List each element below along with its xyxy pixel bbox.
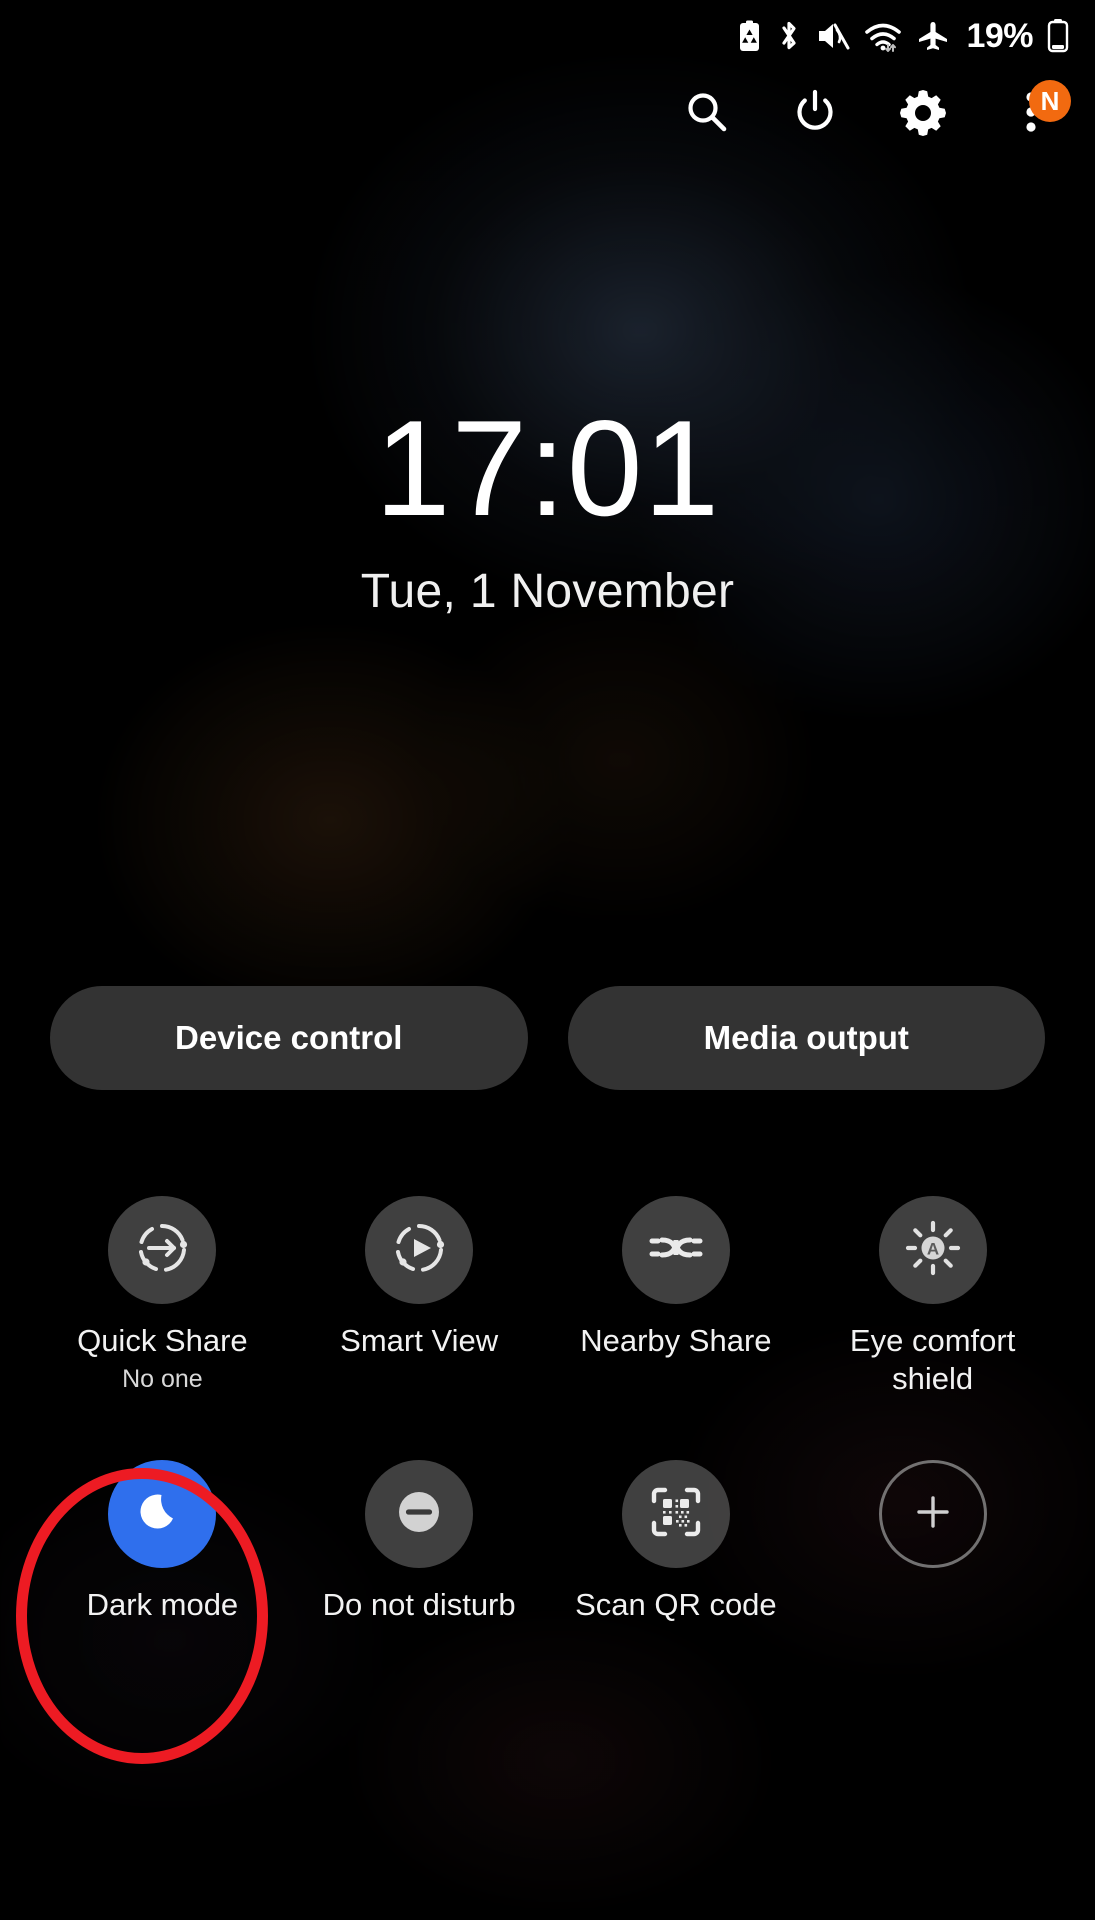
quick-settings-row-1: Quick Share No one Smart View Nearby Sha… <box>34 1196 1061 1398</box>
tile-icon-container[interactable] <box>621 1460 730 1568</box>
media-output-button[interactable]: Media output <box>567 986 1045 1090</box>
tile-scan-qr-code[interactable]: Scan QR code <box>548 1460 805 1624</box>
tile-eye-comfort-shield[interactable]: A Eye comfort shield <box>804 1196 1061 1398</box>
quick-share-icon <box>132 1218 192 1283</box>
power-button[interactable] <box>787 86 843 142</box>
gear-icon <box>898 87 948 142</box>
battery-percentage-label: 19% <box>966 17 1033 55</box>
tile-label: Quick Share <box>77 1323 248 1358</box>
tile-smart-view[interactable]: Smart View <box>291 1196 548 1398</box>
tile-icon-container[interactable] <box>365 1460 474 1568</box>
battery-saver-icon <box>737 20 762 52</box>
tile-icon-container[interactable] <box>365 1196 474 1304</box>
tile-label: Nearby Share <box>580 1323 772 1358</box>
eye-comfort-shield-icon: A <box>902 1217 964 1284</box>
tile-icon-container[interactable] <box>108 1460 217 1568</box>
quick-panel-header: N <box>679 80 1079 142</box>
settings-button[interactable] <box>895 86 951 142</box>
battery-icon <box>1047 19 1069 53</box>
tile-nearby-share[interactable]: Nearby Share <box>548 1196 805 1398</box>
tile-label: Eye comfort shield <box>849 1323 1016 1396</box>
mute-icon <box>816 20 850 52</box>
moon-icon <box>134 1484 190 1545</box>
nearby-share-icon <box>645 1217 707 1284</box>
svg-text:A: A <box>926 1239 938 1258</box>
more-options-button[interactable]: N <box>1003 80 1071 142</box>
tile-label: Smart View <box>340 1323 499 1358</box>
search-icon <box>683 88 731 141</box>
tile-icon-container[interactable] <box>621 1196 730 1304</box>
plus-icon <box>907 1486 959 1543</box>
do-not-disturb-icon <box>390 1483 448 1546</box>
wifi-icon <box>864 20 902 52</box>
bluetooth-icon <box>776 19 802 53</box>
tile-icon-container[interactable] <box>878 1460 987 1568</box>
tile-label: Do not disturb <box>322 1587 516 1622</box>
clock-time: 17:01 <box>374 392 721 544</box>
airplane-mode-icon <box>916 20 950 52</box>
tile-quick-share[interactable]: Quick Share No one <box>34 1196 291 1398</box>
quick-settings-row-2: Dark mode Do not disturb Scan QR code <box>34 1460 1061 1624</box>
tile-dark-mode[interactable]: Dark mode <box>34 1460 291 1624</box>
tile-add-button[interactable] <box>804 1460 1061 1624</box>
quick-actions-row: Device control Media output <box>50 986 1045 1090</box>
smart-view-icon <box>389 1218 449 1283</box>
wallpaper-scrim <box>0 0 1095 1920</box>
notification-badge: N <box>1029 80 1071 122</box>
tile-sublabel: No one <box>122 1364 203 1393</box>
qr-scan-icon <box>646 1482 706 1547</box>
tile-do-not-disturb[interactable]: Do not disturb <box>291 1460 548 1624</box>
power-icon <box>791 88 839 141</box>
search-button[interactable] <box>679 86 735 142</box>
device-control-button[interactable]: Device control <box>50 986 528 1090</box>
lock-clock: 17:01 Tue, 1 November <box>0 400 1095 619</box>
tile-icon-container[interactable]: A <box>878 1196 987 1304</box>
tile-icon-container[interactable] <box>108 1196 217 1304</box>
clock-date: Tue, 1 November <box>360 565 735 618</box>
tile-label: Dark mode <box>86 1587 239 1622</box>
status-bar: 19% <box>0 0 1095 72</box>
tile-label: Scan QR code <box>575 1587 777 1622</box>
